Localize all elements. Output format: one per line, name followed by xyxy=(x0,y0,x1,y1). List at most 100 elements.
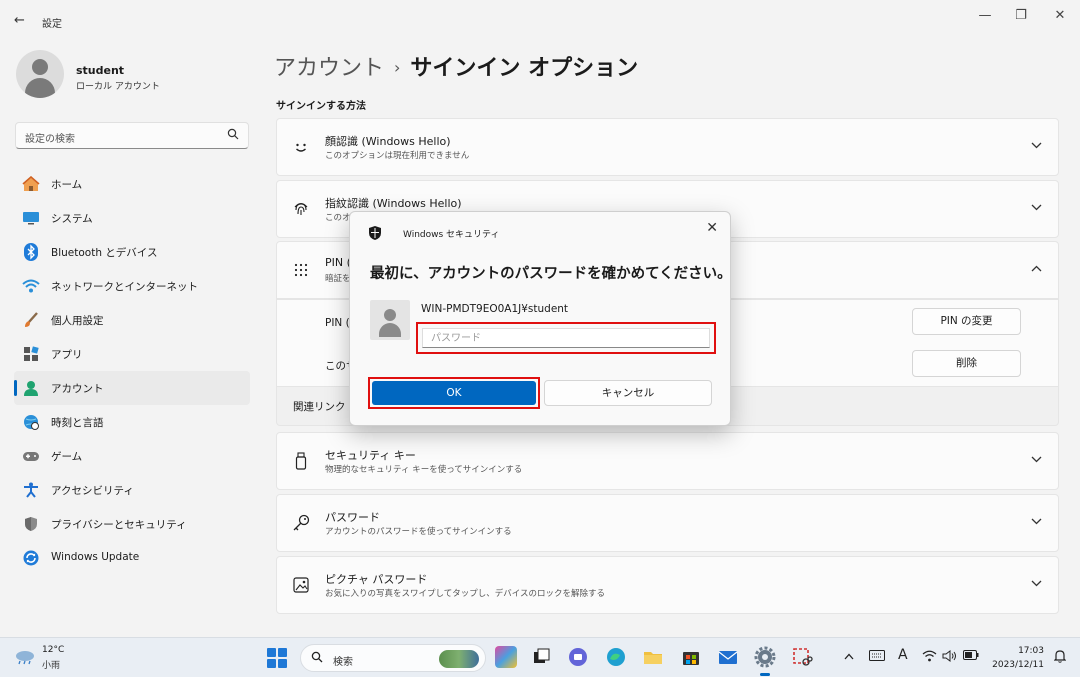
breadcrumb-parent[interactable]: アカウント xyxy=(274,56,384,81)
sidebar-item-network[interactable]: ネットワークとインターネット xyxy=(14,269,250,303)
chevron-down-icon xyxy=(1031,453,1042,466)
pin-remove-button[interactable]: 削除 xyxy=(912,350,1021,377)
sidebar-item-gaming[interactable]: ゲーム xyxy=(14,439,250,473)
usb-key-icon xyxy=(291,451,311,471)
card-subtitle: アカウントのパスワードを使ってサインインする xyxy=(325,527,512,537)
person-icon xyxy=(22,379,40,397)
search-highlight-image xyxy=(439,650,479,668)
sidebar-item-label: プライバシーとセキュリティ xyxy=(51,519,187,531)
pin-change-label: PIN ( xyxy=(325,317,350,329)
window-title: 設定 xyxy=(42,19,62,30)
update-icon xyxy=(22,549,40,567)
card-subtitle: 暗証を xyxy=(325,274,351,284)
taskbar-search[interactable]: 検索 xyxy=(300,644,486,672)
sidebar-item-label: 時刻と言語 xyxy=(51,417,104,429)
sidebar-item-accessibility[interactable]: アクセシビリティ xyxy=(14,473,250,507)
profile-account-type: ローカル アカウント xyxy=(76,82,160,92)
close-button[interactable]: ✕ xyxy=(1050,8,1070,23)
wifi-icon xyxy=(22,277,40,295)
face-recognition-card[interactable]: 顔認識 (Windows Hello) このオプションは現在利用できません xyxy=(276,118,1059,176)
minimize-button[interactable]: — xyxy=(975,8,995,23)
card-title: 顔認識 (Windows Hello) xyxy=(325,135,451,148)
battery-icon[interactable] xyxy=(963,650,979,663)
chevron-down-icon xyxy=(1031,201,1042,214)
pin-change-button[interactable]: PIN の変更 xyxy=(912,308,1021,335)
sidebar-item-label: 個人用設定 xyxy=(51,315,104,327)
sidebar-item-system[interactable]: システム xyxy=(14,201,250,235)
windows-security-dialog: Windows セキュリティ ✕ 最初に、アカウントのパスワードを確かめてくださ… xyxy=(349,211,732,426)
sidebar-item-personalization[interactable]: 個人用設定 xyxy=(14,303,250,337)
password-highlight xyxy=(416,322,716,354)
taskbar: 12°C 小雨 検索 A 17:03 2023/12/11 xyxy=(0,637,1080,677)
clock[interactable]: 17:03 2023/12/11 xyxy=(992,644,1044,672)
security-key-card[interactable]: セキュリティ キー 物理的なセキュリティ キーを使ってサインインする xyxy=(276,432,1059,490)
snipping-tool-icon[interactable] xyxy=(791,646,813,668)
user-avatar xyxy=(370,300,410,340)
card-title: PIN ( xyxy=(325,256,351,269)
mail-icon[interactable] xyxy=(717,646,739,668)
teams-chat-icon[interactable] xyxy=(567,646,589,668)
accessibility-icon xyxy=(22,481,40,499)
avatar xyxy=(16,50,64,98)
settings-search-input[interactable]: 設定の検索 xyxy=(15,122,249,149)
clock-time: 17:03 xyxy=(1018,646,1044,656)
chevron-up-icon[interactable] xyxy=(844,650,854,663)
breadcrumb-separator: › xyxy=(394,58,401,77)
sidebar-item-apps[interactable]: アプリ xyxy=(14,337,250,371)
sidebar-item-label: ホーム xyxy=(51,179,83,191)
rain-cloud-icon xyxy=(14,649,36,665)
card-subtitle: 物理的なセキュリティ キーを使ってサインインする xyxy=(325,465,523,475)
sidebar-nav: ホーム システム Bluetooth とデバイス ネットワークとインターネット … xyxy=(14,167,250,575)
sidebar-item-label: アプリ xyxy=(51,349,83,361)
maximize-button[interactable]: ❐ xyxy=(1011,8,1031,23)
home-icon xyxy=(22,175,40,193)
key-icon xyxy=(291,513,311,533)
search-placeholder: 設定の検索 xyxy=(25,134,75,145)
search-icon xyxy=(227,128,239,143)
page-title: サインイン オプション xyxy=(410,56,639,81)
sidebar-item-label: システム xyxy=(51,213,93,225)
settings-gear-icon[interactable] xyxy=(754,646,776,676)
task-view-icon[interactable] xyxy=(530,646,552,668)
picture-password-card[interactable]: ピクチャ パスワード お気に入りの写真をスワイプしてタップし、デバイスのロックを… xyxy=(276,556,1059,614)
profile-card: student ローカル アカウント xyxy=(16,50,256,104)
ok-highlight: OK xyxy=(368,377,540,409)
card-subtitle: このオプションは現在利用できません xyxy=(325,151,470,161)
clock-date: 2023/12/11 xyxy=(992,660,1044,670)
chevron-down-icon xyxy=(1031,577,1042,590)
bluetooth-icon xyxy=(22,243,40,261)
sidebar-item-bluetooth[interactable]: Bluetooth とデバイス xyxy=(14,235,250,269)
copilot-icon[interactable] xyxy=(495,646,517,668)
file-explorer-icon[interactable] xyxy=(642,646,664,668)
sidebar-item-windows-update[interactable]: Windows Update xyxy=(14,541,250,575)
volume-icon[interactable] xyxy=(942,650,957,665)
sidebar-item-label: Bluetooth とデバイス xyxy=(51,247,158,259)
start-button[interactable] xyxy=(267,648,287,668)
password-input[interactable] xyxy=(422,328,710,348)
profile-name: student xyxy=(76,64,125,77)
ok-button[interactable]: OK xyxy=(372,381,536,405)
wifi-icon[interactable] xyxy=(922,650,937,665)
active-indicator xyxy=(14,380,17,396)
apps-icon xyxy=(22,345,40,363)
brush-icon xyxy=(22,311,40,329)
sidebar-item-home[interactable]: ホーム xyxy=(14,167,250,201)
notification-bell-icon[interactable] xyxy=(1053,649,1067,666)
face-icon xyxy=(291,137,311,157)
store-icon[interactable] xyxy=(680,646,702,668)
cancel-button[interactable]: キャンセル xyxy=(544,380,712,406)
sidebar-item-privacy[interactable]: プライバシーとセキュリティ xyxy=(14,507,250,541)
chevron-down-icon xyxy=(1031,139,1042,152)
sidebar-item-label: ゲーム xyxy=(51,451,83,463)
back-arrow-icon[interactable]: ← xyxy=(14,13,25,28)
ime-indicator[interactable]: A xyxy=(898,647,908,663)
sidebar-item-accounts[interactable]: アカウント xyxy=(14,371,250,405)
title-bar: ← 設定 — ❐ ✕ xyxy=(0,0,1080,38)
password-card[interactable]: パスワード アカウントのパスワードを使ってサインインする xyxy=(276,494,1059,552)
card-subtitle: このオ xyxy=(325,213,351,223)
dialog-close-button[interactable]: ✕ xyxy=(706,220,718,236)
keyboard-icon[interactable] xyxy=(869,650,885,664)
edge-icon[interactable] xyxy=(605,646,627,668)
sidebar-item-time-language[interactable]: 時刻と言語 xyxy=(14,405,250,439)
breadcrumb: アカウント › サインイン オプション xyxy=(274,50,638,82)
